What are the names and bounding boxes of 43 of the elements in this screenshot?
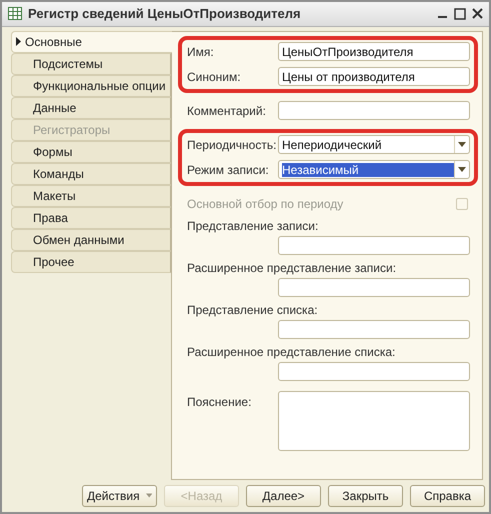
field-label: Имя: xyxy=(187,44,215,59)
input-field[interactable]: ЦеныОтПроизводителя xyxy=(278,42,470,62)
field-label: Синоним: xyxy=(187,70,242,84)
dropdown-field[interactable]: Независимый xyxy=(278,160,470,180)
caret-icon xyxy=(458,142,466,148)
field-label: Расширенное представление списка: xyxy=(187,344,396,359)
checkbox-label: Основной отбор по периоду xyxy=(187,196,344,211)
caret-icon xyxy=(458,167,466,172)
dropdown-field[interactable]: Непериодический xyxy=(278,135,470,154)
window-title: Регистр сведений ЦеныОтПроизводителя xyxy=(28,6,302,22)
tab[interactable]: Прочее xyxy=(11,250,171,273)
tab[interactable]: Права xyxy=(11,206,171,229)
dialog-button[interactable]: Действия xyxy=(82,484,157,507)
input-field[interactable] xyxy=(278,236,470,256)
dialog-button[interactable]: Закрыть xyxy=(328,484,403,507)
maximize-icon[interactable] xyxy=(454,8,466,20)
dialog-button[interactable]: Далее> xyxy=(246,484,321,507)
input-field[interactable]: Цены от производителя xyxy=(278,67,470,86)
field-label: Периодичность: xyxy=(187,138,278,152)
input-field[interactable] xyxy=(278,362,470,382)
tab[interactable]: Обмен данными xyxy=(11,228,171,251)
tab[interactable]: Макеты xyxy=(11,184,171,207)
tab[interactable]: Функциональные опции xyxy=(11,74,171,97)
tab[interactable]: Подсистемы xyxy=(11,52,171,75)
caret-icon xyxy=(146,493,152,498)
close-icon[interactable] xyxy=(472,8,483,20)
tab[interactable]: Основные xyxy=(11,30,172,53)
text-area[interactable] xyxy=(278,390,470,451)
dialog-button[interactable]: Справка xyxy=(410,484,485,507)
pointer-icon xyxy=(16,37,21,46)
field-label: Расширенное представление записи: xyxy=(187,260,398,275)
tab[interactable]: Формы xyxy=(11,140,171,163)
tab[interactable]: Команды xyxy=(11,162,171,185)
field-label: Режим записи: xyxy=(187,162,270,177)
input-field[interactable] xyxy=(278,101,470,120)
field-label: Пояснение: xyxy=(187,394,252,409)
input-field[interactable] xyxy=(278,320,470,340)
table-icon xyxy=(8,7,22,20)
field-label: Комментарий: xyxy=(187,104,267,118)
tab[interactable]: Данные xyxy=(11,96,171,119)
input-field[interactable] xyxy=(278,278,470,298)
field-label: Представление списка: xyxy=(187,302,319,317)
field-label: Представление записи: xyxy=(187,218,320,233)
